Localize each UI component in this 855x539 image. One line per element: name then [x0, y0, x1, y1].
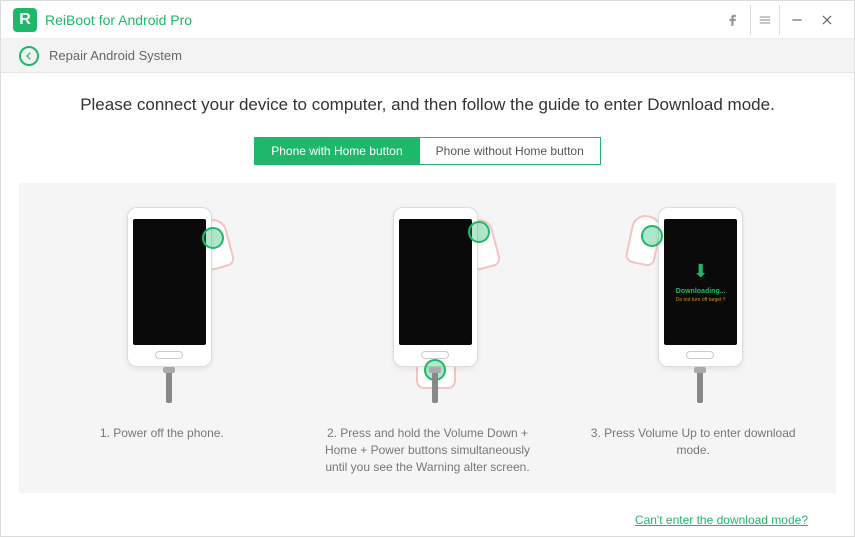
step-2-illustration	[368, 207, 488, 407]
titlebar: R ReiBoot for Android Pro	[1, 1, 854, 39]
download-arrow-icon: ⬇	[693, 261, 708, 282]
step-2-text: 2. Press and hold the Volume Down + Home…	[318, 425, 538, 475]
step-3-illustration: ⬇ Downloading... Do not turn off target …	[633, 207, 753, 407]
step-2: 2. Press and hold the Volume Down + Home…	[305, 207, 551, 475]
app-logo: R	[13, 8, 37, 32]
cant-enter-link[interactable]: Can't enter the download mode?	[635, 513, 808, 527]
back-button[interactable]	[19, 46, 39, 66]
step-3: ⬇ Downloading... Do not turn off target …	[570, 207, 816, 475]
volume-up-highlight	[641, 225, 663, 247]
tabs: Phone with Home button Phone without Hom…	[19, 137, 836, 165]
tab-without-home[interactable]: Phone without Home button	[420, 137, 601, 165]
minimize-button[interactable]	[782, 5, 812, 35]
breadcrumb: Repair Android System	[49, 48, 182, 63]
main-content: Please connect your device to computer, …	[1, 73, 854, 539]
close-button[interactable]	[812, 5, 842, 35]
app-title: ReiBoot for Android Pro	[45, 12, 192, 28]
facebook-icon[interactable]	[718, 5, 748, 35]
instruction-text: Please connect your device to computer, …	[19, 95, 836, 115]
subheader: Repair Android System	[1, 39, 854, 73]
step-1: 1. Power off the phone.	[39, 207, 285, 475]
downloading-warning: Do not turn off target !!	[676, 297, 726, 303]
volume-down-highlight	[468, 221, 490, 243]
power-button-highlight	[202, 227, 224, 249]
downloading-label: Downloading...	[676, 288, 726, 295]
step-3-text: 3. Press Volume Up to enter download mod…	[583, 425, 803, 459]
step-1-illustration	[102, 207, 222, 407]
menu-icon[interactable]	[750, 5, 780, 35]
steps-panel: 1. Power off the phone. 2. Press and hol…	[19, 183, 836, 493]
tab-with-home[interactable]: Phone with Home button	[254, 137, 419, 165]
footer: Can't enter the download mode?	[19, 493, 836, 529]
step-1-text: 1. Power off the phone.	[100, 425, 224, 442]
